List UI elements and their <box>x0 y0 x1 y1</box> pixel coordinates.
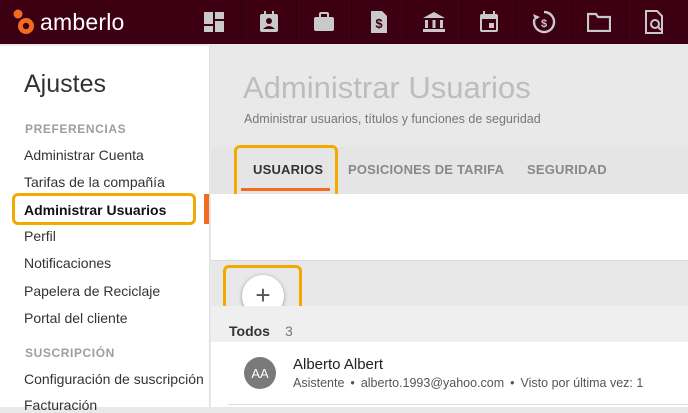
nav-contacts[interactable] <box>241 0 296 44</box>
separator-dot: • <box>510 376 515 390</box>
time-tracking-icon: $ <box>532 10 556 34</box>
nav-time-tracking[interactable]: $ <box>516 0 571 44</box>
user-last-seen: Visto por última vez: 1 <box>520 376 644 390</box>
filter-count: 3 <box>285 323 293 339</box>
sidebar-title: Ajustes <box>24 70 106 98</box>
brand-name: amberlo <box>40 8 125 35</box>
nav-bank[interactable] <box>406 0 461 44</box>
highlight-manage-users <box>12 193 196 225</box>
contacts-icon <box>260 11 278 32</box>
nav-icon-bar: $ $ <box>186 0 681 44</box>
filter-bar <box>211 306 688 342</box>
active-item-indicator <box>204 194 209 224</box>
calendar-icon <box>480 11 498 32</box>
user-email: alberto.1993@yahoo.com <box>360 376 505 390</box>
dashboard-icon <box>203 12 224 32</box>
section-label-subscription: SUSCRIPCIÓN <box>25 346 115 360</box>
top-navigation-bar: amberlo $ $ <box>0 0 688 44</box>
tab-rate-positions[interactable]: POSICIONES DE TARIFA <box>348 162 504 177</box>
nav-calendar[interactable] <box>461 0 516 44</box>
sidebar-item-company-rates[interactable]: Tarifas de la compañía <box>24 174 165 190</box>
settings-sidebar: Ajustes PREFERENCIAS Administrar Cuenta … <box>0 46 210 413</box>
section-label-preferences: PREFERENCIAS <box>25 122 127 136</box>
brand-logo[interactable]: amberlo <box>0 0 186 44</box>
user-name[interactable]: Alberto Albert <box>293 356 383 373</box>
tab-security[interactable]: SEGURIDAD <box>527 162 607 177</box>
bank-icon <box>423 12 445 32</box>
nav-billing[interactable]: $ <box>351 0 406 44</box>
user-meta: Asistente • alberto.1993@yahoo.com • Visto p… <box>293 376 643 390</box>
sidebar-item-subscription-settings[interactable]: Configuración de suscripción <box>24 371 204 387</box>
separator-dot: • <box>350 376 355 390</box>
row-divider <box>228 404 688 405</box>
sidebar-item-recycle-bin[interactable]: Papelera de Reciclaje <box>24 283 160 299</box>
user-role: Asistente <box>293 376 345 390</box>
amberlo-logo-icon <box>12 9 36 35</box>
sidebar-item-manage-account[interactable]: Administrar Cuenta <box>24 147 144 163</box>
billing-icon: $ <box>371 11 387 33</box>
avatar: AA <box>244 357 276 389</box>
sidebar-item-billing[interactable]: Facturación <box>24 397 97 413</box>
user-list-item[interactable] <box>211 342 688 407</box>
nav-documents[interactable] <box>626 0 681 44</box>
page-title: Administrar Usuarios <box>243 70 531 105</box>
content-panel <box>211 194 688 260</box>
svg-text:$: $ <box>375 16 383 31</box>
nav-matters[interactable] <box>296 0 351 44</box>
page-subtitle: Administrar usuarios, títulos y funcione… <box>244 112 541 126</box>
nav-folders[interactable] <box>571 0 626 44</box>
documents-icon <box>645 10 663 34</box>
sidebar-item-profile[interactable]: Perfil <box>24 228 56 244</box>
folder-icon <box>587 12 611 32</box>
briefcase-icon <box>314 12 334 31</box>
sidebar-item-client-portal[interactable]: Portal del cliente <box>24 310 128 326</box>
svg-text:$: $ <box>541 18 547 30</box>
filter-all[interactable]: Todos <box>229 323 270 339</box>
nav-dashboard[interactable] <box>186 0 241 44</box>
sidebar-item-notifications[interactable]: Notificaciones <box>24 255 111 271</box>
